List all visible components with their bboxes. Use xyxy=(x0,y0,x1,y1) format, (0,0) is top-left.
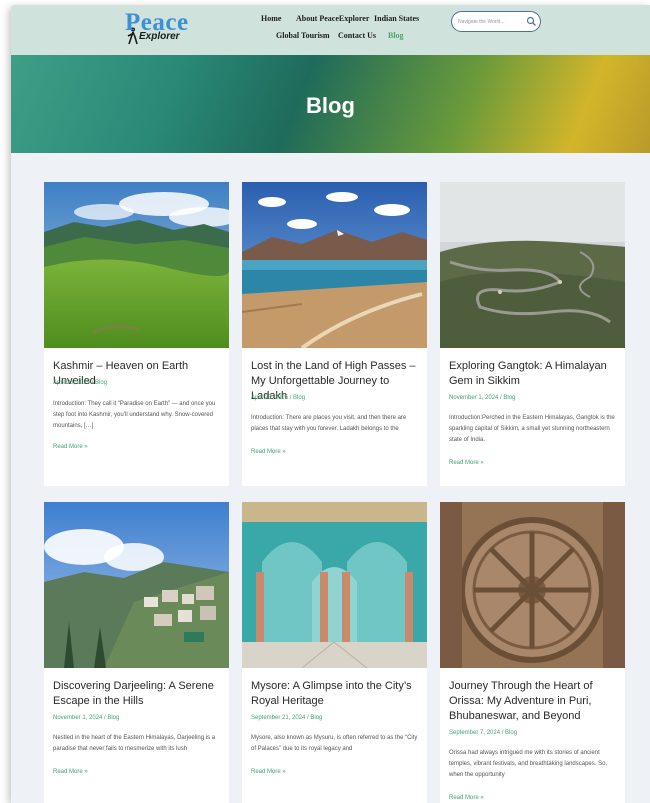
card-title[interactable]: Mysore: A Glimpse into the City’s Royal … xyxy=(251,679,423,709)
search-input[interactable] xyxy=(458,16,522,28)
hero-banner: Blog xyxy=(11,55,650,153)
card-meta: April 23, 2025 / Blog xyxy=(53,380,108,386)
card-image-darjeeling[interactable] xyxy=(44,502,229,668)
card-excerpt: Nestled in the heart of the Eastern Hima… xyxy=(53,735,216,752)
nav-blog[interactable]: Blog xyxy=(388,31,404,40)
card-image-mysore[interactable] xyxy=(242,502,427,668)
nav-contact[interactable]: Contact Us xyxy=(338,31,376,40)
nav-indian-states[interactable]: Indian States xyxy=(374,14,419,23)
read-more-link[interactable]: Read More » xyxy=(251,769,286,775)
card-excerpt: Mysore, also known as Mysuru, is often r… xyxy=(251,735,418,752)
card-excerpt: Orissa had always intrigued me with its … xyxy=(449,750,608,778)
card-image-kashmir[interactable] xyxy=(44,182,229,348)
blog-card-ladakh: Lost in the Land of High Passes – My Unf… xyxy=(242,182,427,486)
card-image-ladakh[interactable] xyxy=(242,182,427,348)
card-title[interactable]: Journey Through the Heart of Orissa: My … xyxy=(449,679,621,724)
site-header: Peace Explorer Home About PeaceExplorer … xyxy=(11,5,650,55)
card-excerpt: Introduction:Perched in the Eastern Hima… xyxy=(449,415,615,443)
nav-global-tourism[interactable]: Global Tourism xyxy=(276,31,330,40)
card-meta: September 21, 2024 / Blog xyxy=(251,715,323,721)
card-title[interactable]: Exploring Gangtok: A Himalayan Gem in Si… xyxy=(449,359,621,389)
card-excerpt: Introduction: There are places you visit… xyxy=(251,415,407,432)
card-meta: April 23, 2025 / Blog xyxy=(251,395,306,401)
blog-card-gangtok: Exploring Gangtok: A Himalayan Gem in Si… xyxy=(440,182,625,486)
search-box xyxy=(451,11,541,32)
nav-about[interactable]: About PeaceExplorer xyxy=(296,14,369,23)
read-more-link[interactable]: Read More » xyxy=(449,795,484,801)
blog-card-darjeeling: Discovering Darjeeling: A Serene Escape … xyxy=(44,502,229,803)
blog-card-kashmir: Kashmir – Heaven on Earth Unveiled April… xyxy=(44,182,229,486)
nav-home[interactable]: Home xyxy=(261,14,281,23)
card-image-gangtok[interactable] xyxy=(440,182,625,348)
logo-sub-text: Explorer xyxy=(139,31,180,42)
card-meta: November 1, 2024 / Blog xyxy=(53,715,120,721)
site-logo[interactable]: Peace Explorer xyxy=(125,9,215,49)
read-more-link[interactable]: Read More » xyxy=(251,449,286,455)
card-image-orissa[interactable] xyxy=(440,502,625,668)
read-more-link[interactable]: Read More » xyxy=(53,769,88,775)
read-more-link[interactable]: Read More » xyxy=(449,460,484,466)
card-meta: September 7, 2024 / Blog xyxy=(449,730,518,736)
card-meta: November 1, 2024 / Blog xyxy=(449,395,516,401)
read-more-link[interactable]: Read More » xyxy=(53,444,88,450)
card-excerpt: Introduction: They call it “Paradise on … xyxy=(53,401,216,429)
blog-card-mysore: Mysore: A Glimpse into the City’s Royal … xyxy=(242,502,427,803)
page: Peace Explorer Home About PeaceExplorer … xyxy=(11,5,650,803)
search-icon[interactable] xyxy=(526,16,537,27)
page-title: Blog xyxy=(306,93,355,118)
blog-card-orissa: Journey Through the Heart of Orissa: My … xyxy=(440,502,625,803)
card-title[interactable]: Discovering Darjeeling: A Serene Escape … xyxy=(53,679,225,709)
